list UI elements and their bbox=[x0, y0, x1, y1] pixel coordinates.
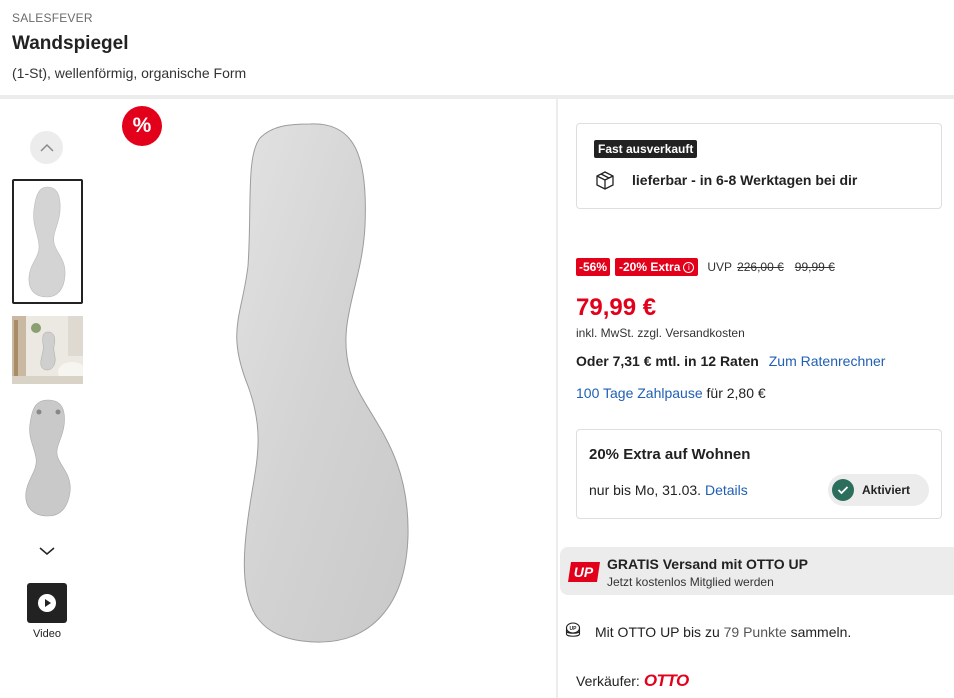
thumbnail-mirror-front[interactable] bbox=[12, 179, 83, 304]
promo-date-text: nur bis Mo, 31.03. bbox=[589, 482, 702, 498]
video-button[interactable] bbox=[27, 583, 67, 623]
chevron-up-icon bbox=[39, 143, 54, 152]
seller-info: Verkäufer: OTTO bbox=[576, 671, 689, 691]
delivery-time-text: lieferbar - in 6-8 Werktagen bei dir bbox=[632, 172, 858, 188]
old-price: 99,99 € bbox=[794, 260, 835, 274]
points-amount: 79 Punkte bbox=[723, 624, 787, 640]
sale-percent-badge: % bbox=[122, 106, 162, 146]
points-prefix: Mit OTTO UP bis zu bbox=[595, 624, 720, 640]
current-price: 79,99 € bbox=[576, 294, 657, 321]
promo-details-link[interactable]: Details bbox=[705, 482, 748, 498]
points-info: Mit OTTO UP bis zu 79 Punkte sammeln. bbox=[595, 624, 851, 640]
chevron-down-icon bbox=[39, 547, 55, 555]
payment-pause-fee: für 2,80 € bbox=[706, 385, 766, 401]
installment-text: Oder 7,31 € mtl. in 12 Raten bbox=[576, 353, 759, 369]
shipping-costs-link[interactable]: Versandkosten bbox=[665, 326, 744, 340]
promo-toggle-label: Aktiviert bbox=[862, 483, 911, 497]
uvp-label: UVP bbox=[707, 260, 733, 274]
delivery-info-box bbox=[576, 123, 942, 209]
product-subtitle: (1-St), wellenförmig, organische Form bbox=[12, 65, 247, 81]
thumbnail-room-scene[interactable] bbox=[12, 316, 83, 384]
discount-row: -56% -20% Extra i UVP 226,00 € 99,99 € bbox=[576, 257, 835, 277]
promo-date: nur bis Mo, 31.03. Details bbox=[589, 482, 748, 498]
thumbnail-mirror-hooks[interactable] bbox=[12, 396, 83, 520]
checkmark-icon bbox=[832, 479, 854, 501]
points-suffix: sammeln. bbox=[790, 624, 852, 640]
extra-discount-label: -20% Extra bbox=[619, 260, 681, 274]
promo-title: 20% Extra auf Wohnen bbox=[589, 446, 751, 463]
otto-up-subtitle: Jetzt kostenlos Mitglied werden bbox=[607, 575, 774, 589]
main-product-image[interactable] bbox=[160, 116, 480, 656]
product-header: SALESFEVER Wandspiegel (1-St), wellenför… bbox=[0, 0, 954, 96]
otto-up-logo-text: UP bbox=[574, 564, 594, 580]
promo-activated-toggle[interactable]: Aktiviert bbox=[828, 474, 929, 506]
uvp-price: 226,00 € bbox=[737, 260, 784, 274]
seller-otto-logo[interactable]: OTTO bbox=[644, 671, 689, 691]
payment-pause-info: 100 Tage Zahlpause für 2,80 € bbox=[576, 385, 766, 401]
thumbnail-scroll-up-button[interactable] bbox=[30, 131, 63, 164]
play-icon bbox=[38, 594, 56, 612]
svg-text:UP: UP bbox=[570, 626, 578, 632]
info-icon[interactable]: i bbox=[683, 261, 695, 273]
tax-note-text: inkl. MwSt. zzgl. bbox=[576, 326, 663, 340]
points-coin-icon: UP bbox=[565, 622, 581, 637]
brand-name[interactable]: SALESFEVER bbox=[12, 11, 942, 25]
payment-pause-link[interactable]: 100 Tage Zahlpause bbox=[576, 385, 703, 401]
otto-up-logo: UP bbox=[568, 562, 600, 582]
package-icon bbox=[596, 171, 614, 190]
seller-label: Verkäufer: bbox=[576, 673, 640, 689]
extra-discount-badge[interactable]: -20% Extra i bbox=[615, 258, 699, 276]
tax-note: inkl. MwSt. zzgl. Versandkosten bbox=[576, 326, 745, 340]
discount-percent-badge: -56% bbox=[576, 258, 611, 276]
product-title: Wandspiegel bbox=[12, 33, 129, 54]
otto-up-title: GRATIS Versand mit OTTO UP bbox=[607, 556, 808, 572]
stock-warning-badge: Fast ausverkauft bbox=[594, 140, 698, 158]
thumbnail-scroll-down-button[interactable] bbox=[36, 541, 58, 561]
video-label: Video bbox=[33, 628, 61, 640]
installment-calculator-link[interactable]: Zum Ratenrechner bbox=[769, 353, 886, 369]
installment-info: Oder 7,31 € mtl. in 12 Raten Zum Ratenre… bbox=[576, 353, 885, 369]
